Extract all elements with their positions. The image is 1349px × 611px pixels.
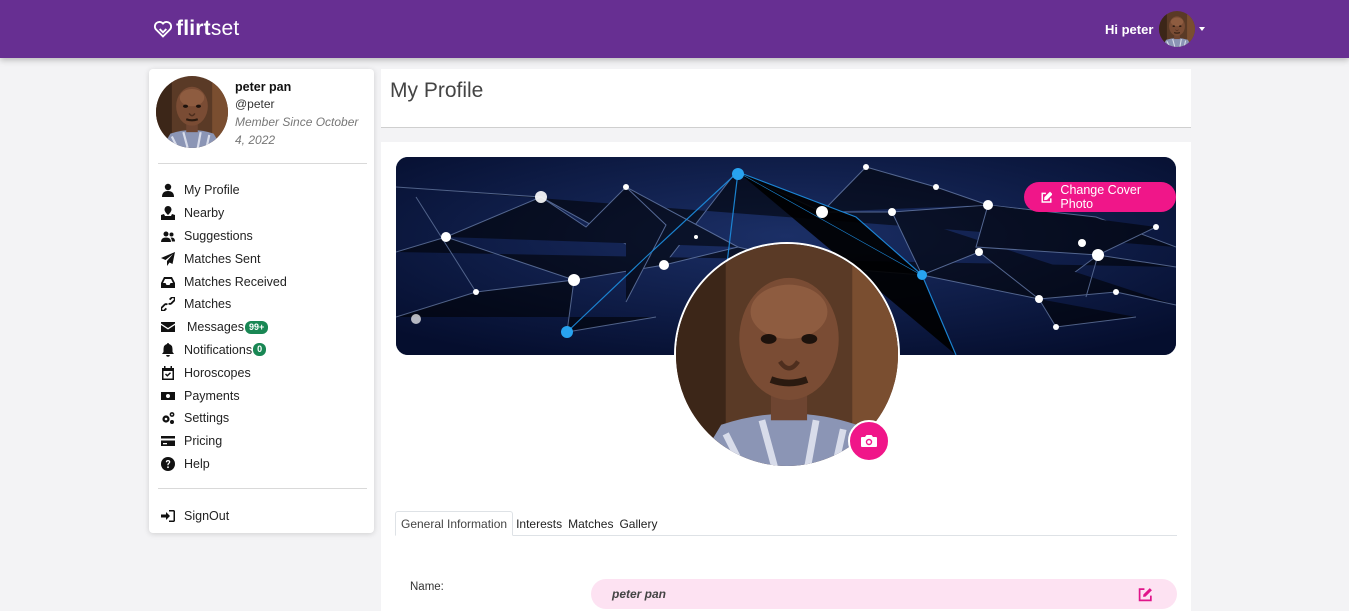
sidebar-item-label: Settings: [184, 411, 230, 426]
camera-icon: [861, 435, 877, 447]
sidebar-item-label: Payments: [184, 388, 240, 403]
envelope-icon: [159, 320, 176, 334]
sidebar-item-settings[interactable]: Settings: [159, 407, 369, 430]
sidebar-item-nearby[interactable]: Nearby: [159, 202, 369, 225]
tab-gallery[interactable]: Gallery: [616, 511, 660, 536]
heart-logo-icon: [153, 21, 173, 38]
map-pin-icon: [159, 206, 176, 221]
notifications-count-badge: 0: [253, 343, 267, 357]
signout-button[interactable]: SignOut: [159, 505, 229, 528]
sidebar-item-label: Horoscopes: [184, 365, 251, 380]
sidebar-item-label: Notifications: [184, 342, 253, 357]
money-bill-icon: [159, 389, 176, 403]
sidebar-item-label: Matches Received: [184, 274, 287, 289]
brand-logo[interactable]: flirtset: [153, 17, 239, 41]
sidebar: peter pan @peter Member Since October 4,…: [149, 69, 374, 533]
avatar: [1159, 11, 1195, 47]
sidebar-item-matches[interactable]: Matches: [159, 293, 369, 316]
sidebar-divider: [158, 488, 367, 489]
calendar-check-icon: [159, 365, 176, 380]
sidebar-item-messages[interactable]: Messages 99+: [159, 316, 369, 339]
edit-icon[interactable]: [1138, 587, 1153, 602]
sidebar-nav: My Profile Nearby Suggestions Matches Se…: [159, 179, 369, 475]
bell-icon: [159, 342, 176, 357]
change-cover-photo-button[interactable]: Change Cover Photo: [1024, 182, 1176, 212]
sidebar-divider: [158, 163, 367, 164]
sidebar-item-my-profile[interactable]: My Profile: [159, 179, 369, 202]
question-circle-icon: [159, 456, 176, 471]
edit-icon: [1041, 191, 1053, 203]
sidebar-item-label: Nearby: [184, 206, 225, 221]
change-profile-photo-button[interactable]: [848, 420, 890, 462]
profile-content: Change Cover Photo General Information I…: [381, 142, 1191, 611]
signout-label: SignOut: [184, 509, 230, 524]
page-title: My Profile: [390, 79, 484, 102]
sidebar-item-label: Matches: [184, 297, 232, 312]
user-handle: @peter: [235, 97, 275, 111]
user-full-name: peter pan: [235, 80, 292, 94]
name-field-label: Name:: [410, 581, 444, 593]
messages-count-badge: 99+: [244, 320, 269, 334]
sidebar-item-help[interactable]: Help: [159, 453, 369, 476]
member-since: Member Since October 4, 2022: [235, 115, 359, 147]
profile-tabs: General Information Interests Matches Ga…: [395, 511, 1177, 536]
sidebar-item-label: Suggestions: [184, 228, 253, 243]
sidebar-item-horoscopes[interactable]: Horoscopes: [159, 361, 369, 384]
user-menu-dropdown[interactable]: Hi peter: [1105, 11, 1206, 47]
top-navbar: flirtset Hi peter: [0, 0, 1349, 58]
name-field: peter pan: [591, 579, 1177, 609]
tab-matches[interactable]: Matches: [565, 511, 616, 536]
paper-plane-icon: [159, 251, 176, 266]
sidebar-item-notifications[interactable]: Notifications 0: [159, 339, 369, 362]
sidebar-item-label: Messages: [187, 320, 244, 335]
sidebar-user-info: peter pan @peter Member Since October 4,…: [235, 79, 370, 149]
brand-name: flirtset: [176, 17, 240, 40]
user-greeting: Hi peter: [1105, 21, 1154, 37]
sidebar-item-matches-sent[interactable]: Matches Sent: [159, 247, 369, 270]
link-icon: [159, 297, 176, 312]
cogs-icon: [159, 411, 176, 425]
sidebar-item-label: Pricing: [184, 434, 223, 449]
sidebar-item-label: My Profile: [184, 183, 240, 198]
sign-in-icon: [159, 509, 176, 523]
sidebar-item-payments[interactable]: Payments: [159, 384, 369, 407]
name-field-value: peter pan: [612, 587, 667, 601]
credit-card-icon: [159, 434, 176, 448]
tab-interests[interactable]: Interests: [513, 511, 565, 536]
sidebar-avatar: [156, 76, 228, 148]
sidebar-item-matches-received[interactable]: Matches Received: [159, 270, 369, 293]
user-icon: [159, 183, 176, 198]
tab-general-information[interactable]: General Information: [395, 511, 514, 536]
sidebar-item-pricing[interactable]: Pricing: [159, 430, 369, 453]
chevron-down-icon: [1199, 27, 1206, 31]
sidebar-item-label: Matches Sent: [184, 251, 261, 266]
sidebar-item-suggestions[interactable]: Suggestions: [159, 225, 369, 248]
users-icon: [159, 229, 176, 243]
inbox-icon: [159, 275, 176, 289]
page-header: My Profile: [381, 69, 1191, 128]
sidebar-item-label: Help: [184, 456, 210, 471]
change-cover-label: Change Cover Photo: [1060, 183, 1142, 211]
